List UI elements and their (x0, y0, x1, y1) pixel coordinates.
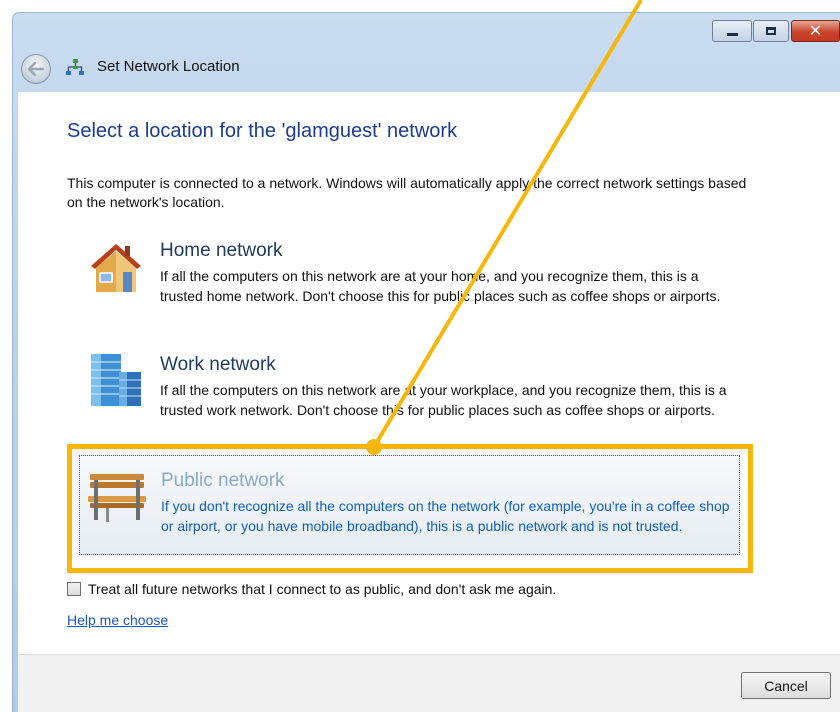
option-public-network[interactable]: Public network If you don't recognize al… (79, 455, 740, 555)
office-building-icon (91, 354, 141, 406)
cancel-button[interactable]: Cancel (741, 672, 831, 699)
public-network-description: If you don't recognize all the computers… (161, 498, 730, 534)
outer-background-left (0, 0, 12, 711)
dialog-window: ✕ Set Network Location Select a location… (0, 0, 840, 712)
window-title: Set Network Location (97, 58, 240, 75)
option-work-network[interactable]: Work network If all the computers on thi… (79, 354, 741, 444)
public-default-checkbox[interactable] (67, 582, 81, 596)
intro-text: This computer is connected to a network.… (67, 175, 747, 210)
park-bench-icon (88, 474, 146, 522)
public-default-checkbox-row[interactable]: Treat all future networks that I connect… (67, 581, 556, 597)
option-home-network[interactable]: Home network If all the computers on thi… (79, 240, 741, 330)
outer-background-top (0, 0, 840, 12)
back-button[interactable] (21, 54, 51, 84)
home-network-description: If all the computers on this network are… (160, 268, 721, 304)
work-network-description: If all the computers on this network are… (160, 382, 727, 418)
help-me-choose-link[interactable]: Help me choose (67, 612, 168, 628)
network-icon (66, 59, 84, 75)
page-title: Select a location for the 'glamguest' ne… (67, 120, 458, 142)
minimize-icon (726, 32, 738, 36)
back-arrow-icon (28, 62, 44, 76)
close-icon: ✕ (808, 21, 823, 40)
work-network-title: Work network (160, 354, 276, 375)
public-network-title: Public network (161, 470, 285, 491)
minimize-button[interactable] (712, 20, 752, 42)
house-icon (91, 244, 141, 292)
maximize-button[interactable] (753, 20, 789, 42)
button-bar (18, 654, 840, 712)
close-button[interactable]: ✕ (791, 20, 840, 42)
maximize-icon (766, 27, 776, 35)
home-network-title: Home network (160, 240, 283, 261)
public-default-checkbox-label: Treat all future networks that I connect… (88, 581, 557, 597)
